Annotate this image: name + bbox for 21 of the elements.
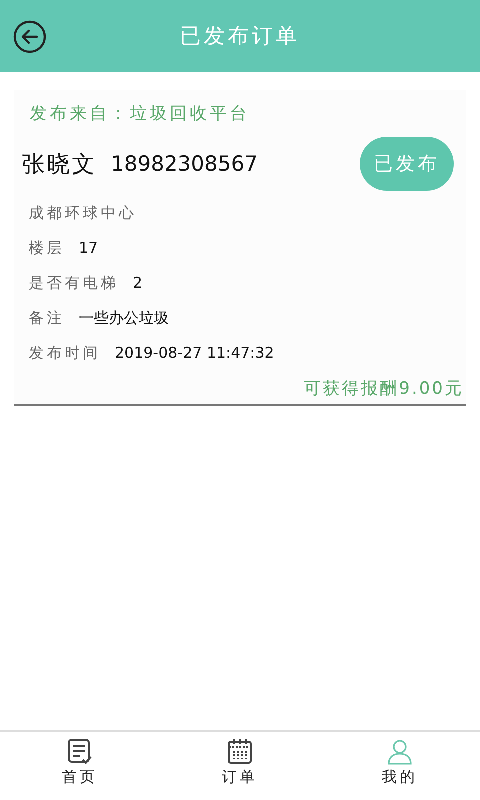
field-label: 楼层 <box>29 238 65 259</box>
person-icon <box>386 738 414 766</box>
nav-tab[interactable]: 订单 <box>160 732 320 800</box>
calendar-icon <box>226 738 254 766</box>
field-value: 一些办公垃圾 <box>79 308 169 329</box>
page-title: 已发布订单 <box>180 23 300 50</box>
field-label: 是否有电梯 <box>29 273 119 294</box>
checklist-icon <box>66 738 94 766</box>
nav-tab[interactable]: 首页 <box>0 732 160 800</box>
reward-text: 可获得报酬9.00元 <box>304 378 464 400</box>
field-value: 17 <box>79 238 98 259</box>
customer-name: 张晓文 <box>22 150 97 180</box>
source-text: 发布来自：垃圾回收平台 <box>29 103 251 125</box>
field-label: 发布时间 <box>29 343 101 364</box>
nav-tab[interactable]: 我的 <box>320 732 480 800</box>
address-text: 成都环球中心 <box>28 203 138 224</box>
back-button[interactable] <box>13 20 47 54</box>
phone-number: 18982308567 <box>111 152 258 176</box>
field-value: 2019-08-27 11:47:32 <box>115 343 274 364</box>
field-value: 2 <box>133 273 143 294</box>
field-label: 备注 <box>29 308 65 329</box>
